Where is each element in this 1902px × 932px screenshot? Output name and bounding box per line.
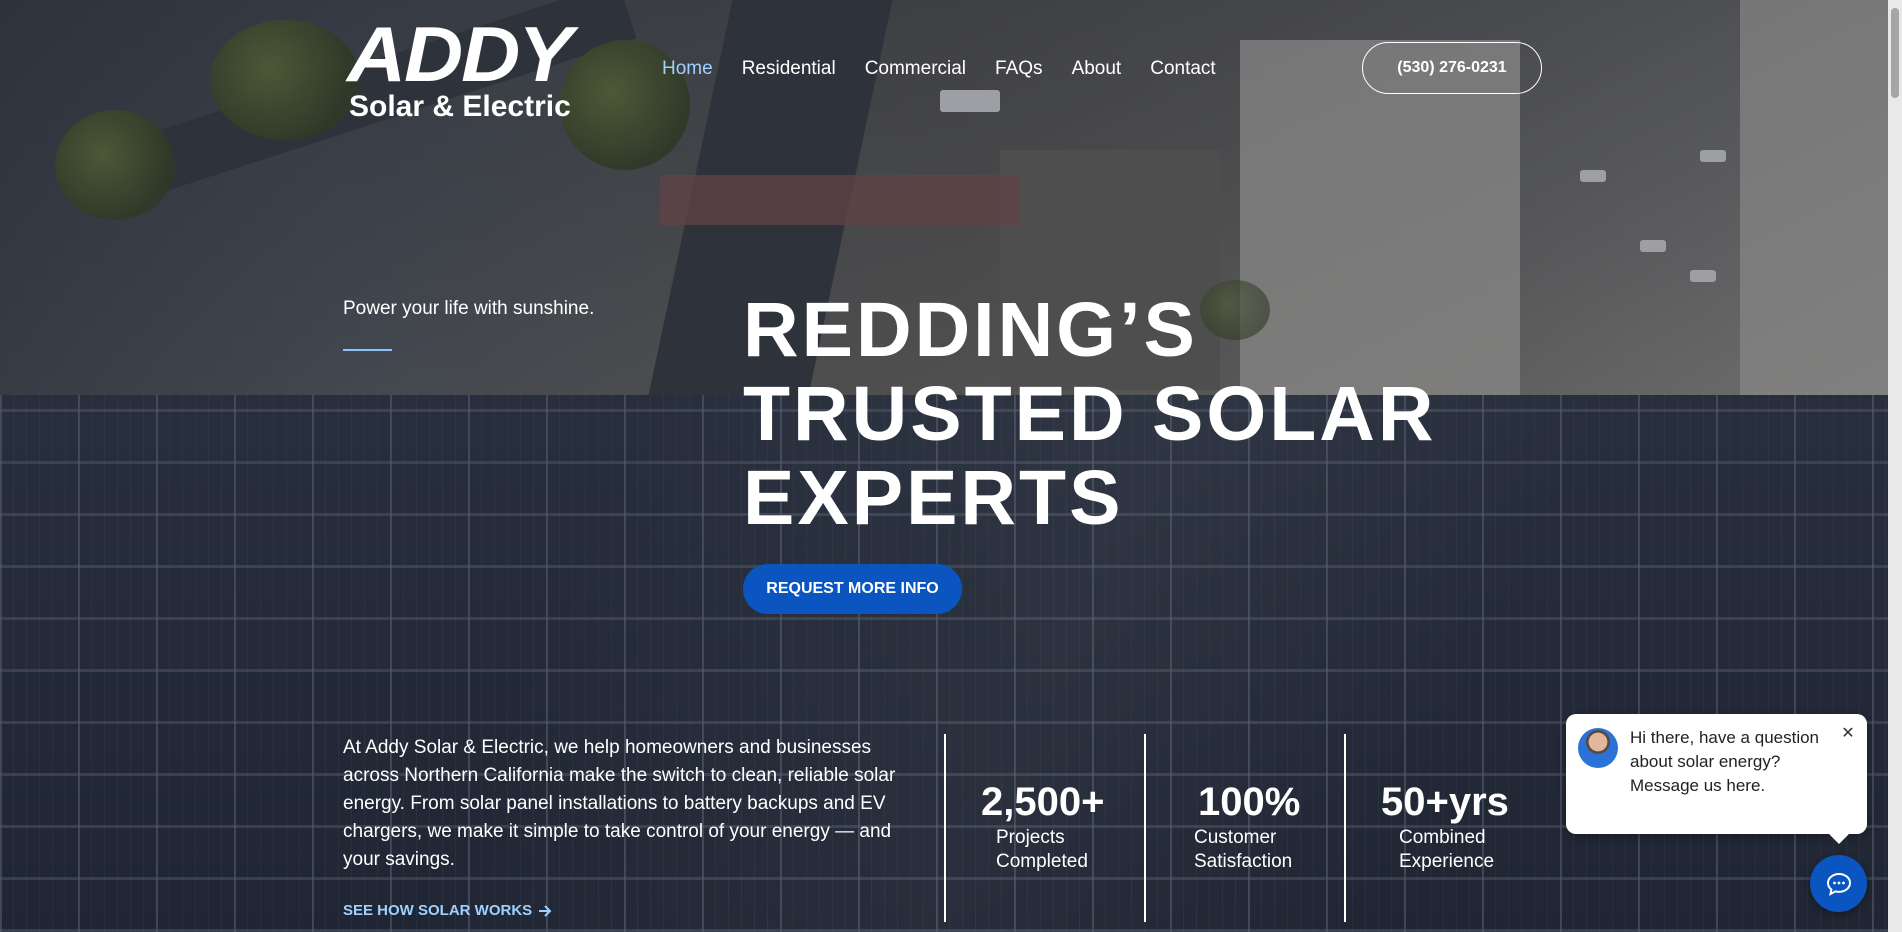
phone-button[interactable]: (530) 276-0231 [1362,42,1542,94]
site-logo[interactable]: ADDY Solar & Electric [347,10,593,123]
scrollbar-thumb[interactable] [1891,8,1899,98]
chat-popup[interactable]: Hi there, have a question about solar en… [1566,714,1867,844]
see-how-label: SEE HOW SOLAR WORKS [343,902,533,919]
stat-label: Combined Experience [1399,827,1495,872]
stat-divider [944,734,946,922]
hero-tagline: Power your life with sunshine. [343,298,595,319]
hero-title-line: REDDING’S [743,287,1198,373]
hero-title-line: TRUSTED SOLAR [743,371,1437,457]
nav-commercial[interactable]: Commercial [865,54,966,84]
stat-satisfaction: 100% Customer Satisfaction [1194,778,1314,874]
stat-value: 50+yrs [1381,780,1509,824]
stat-experience: 50+yrs Combined Experience [1381,778,1519,874]
request-info-button[interactable]: REQUEST MORE INFO [743,564,962,614]
tagline-divider [343,349,392,351]
stat-label: Projects Completed [996,827,1088,872]
nav-residential[interactable]: Residential [742,54,836,84]
stat-value: 100% [1198,780,1301,824]
stat-divider [1344,734,1346,922]
main-nav: Home Residential Commercial FAQs About C… [662,54,1245,84]
stat-projects: 2,500+ Projects Completed [981,778,1116,874]
chat-launcher-button[interactable] [1810,855,1867,912]
close-icon[interactable]: ✕ [1839,724,1857,742]
nav-about[interactable]: About [1072,54,1122,84]
page-scrollbar[interactable] [1888,0,1902,932]
hero-title: REDDING’S TRUSTED SOLAR EXPERTS [743,288,1463,540]
stat-label: Customer Satisfaction [1194,827,1293,872]
see-how-solar-works-link[interactable]: SEE HOW SOLAR WORKS [343,902,552,919]
chat-icon [1826,872,1851,896]
stat-divider [1144,734,1146,922]
intro-paragraph: At Addy Solar & Electric, we help homeow… [343,737,896,870]
logo-wordmark: ADDY [347,10,573,98]
arrow-right-icon [539,904,552,917]
chat-message: Hi there, have a question about solar en… [1630,728,1820,795]
nav-faqs[interactable]: FAQs [995,54,1043,84]
hero-title-line: EXPERTS [743,455,1124,541]
nav-contact[interactable]: Contact [1150,54,1215,84]
logo-subtitle: Solar & Electric [349,90,571,123]
nav-home[interactable]: Home [662,54,713,84]
avatar [1578,728,1618,768]
stat-value: 2,500+ [981,780,1105,824]
